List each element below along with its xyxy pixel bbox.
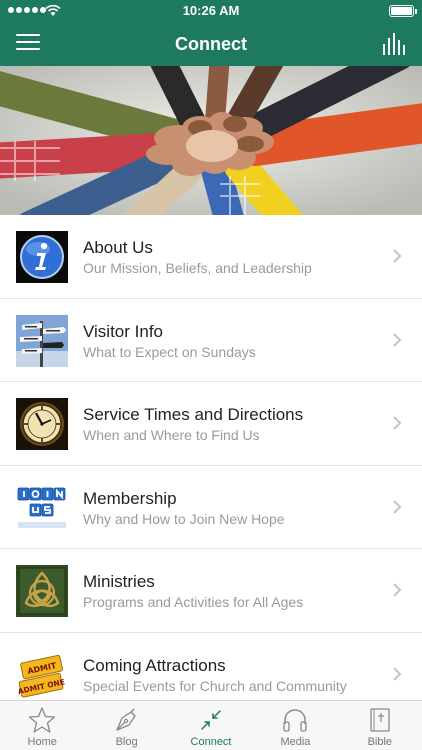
headphones-icon (283, 709, 308, 732)
list-item-about-us[interactable]: About Us Our Mission, Beliefs, and Leade… (0, 215, 422, 299)
hamburger-menu-icon[interactable] (16, 34, 40, 54)
list-item-subtitle: What to Expect on Sundays (83, 343, 256, 360)
star-icon (29, 707, 56, 733)
chevron-right-icon (393, 583, 402, 597)
list-item-service-times[interactable]: Service Times and Directions When and Wh… (0, 382, 422, 466)
list-item-membership[interactable]: Membership Why and How to Join New Hope (0, 465, 422, 549)
status-bar: 10:26 AM (0, 0, 422, 22)
tab-label: Connect (190, 736, 232, 748)
page-title: Connect (175, 34, 247, 54)
nav-bar: Connect (0, 22, 422, 66)
list-item-title: Coming Attractions (83, 655, 226, 675)
admit-one-tickets-icon: ADMIT ADMIT ONE (16, 648, 68, 701)
list-item-title: About Us (83, 238, 153, 257)
chevron-right-icon (393, 332, 402, 347)
tab-media[interactable]: Media (253, 701, 337, 750)
info-icon (16, 231, 68, 283)
connect-arrows-icon (201, 710, 221, 730)
list-item-title: Visitor Info (83, 321, 164, 341)
list-item-subtitle: Special Events for Church and Community (83, 677, 347, 694)
tab-label: Home (27, 736, 57, 748)
tab-blog[interactable]: Blog (84, 701, 168, 750)
chevron-right-icon (393, 499, 402, 514)
tab-connect[interactable]: Connect (169, 701, 253, 750)
signpost-icon (16, 314, 68, 367)
tab-label: Bible (367, 736, 393, 748)
bible-book-icon (370, 708, 390, 732)
list-item-subtitle: Programs and Activities for All Ages (83, 594, 304, 610)
join-us-blocks-icon (16, 481, 68, 534)
list-item-title: Membership (83, 488, 177, 508)
list-item-subtitle: Our Mission, Beliefs, and Leadership (83, 260, 312, 276)
tab-home[interactable]: Home (0, 701, 84, 750)
tab-bar: Home Blog Connect Media Bible (0, 700, 422, 750)
status-time: 10:26 AM (182, 3, 240, 18)
tab-bible[interactable]: Bible (338, 701, 422, 750)
chevron-right-icon (393, 416, 402, 430)
pen-nib-icon (115, 708, 136, 731)
audio-levels-icon[interactable] (382, 32, 408, 56)
chevron-right-icon (393, 249, 402, 263)
list-item-title: Ministries (83, 572, 155, 591)
battery-icon (389, 5, 417, 17)
connect-list: About Us Our Mission, Beliefs, and Leade… (0, 215, 422, 716)
hero-image (0, 66, 422, 215)
list-item-ministries[interactable]: Ministries Programs and Activities for A… (0, 549, 422, 633)
tab-label: Media (280, 736, 311, 748)
chevron-right-icon (393, 666, 402, 681)
tab-label: Blog (115, 736, 138, 748)
list-item-subtitle: When and Where to Find Us (83, 427, 260, 443)
list-item-subtitle: Why and How to Join New Hope (83, 510, 285, 527)
clock-icon (16, 398, 68, 450)
triquetra-icon (16, 565, 68, 617)
list-item-title: Service Times and Directions (83, 405, 304, 424)
list-item-visitor-info[interactable]: Visitor Info What to Expect on Sundays (0, 298, 422, 382)
